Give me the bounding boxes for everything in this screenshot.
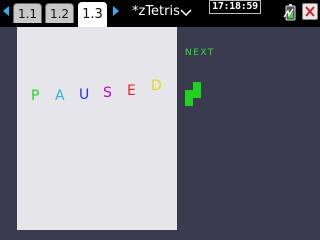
left-arrow-icon[interactable] xyxy=(3,6,9,16)
paused-letter-p: P xyxy=(31,88,40,104)
close-icon xyxy=(305,6,315,17)
tab-1-2[interactable]: 1.2 xyxy=(45,3,74,23)
right-arrow-icon[interactable] xyxy=(113,6,119,16)
next-piece-preview xyxy=(184,82,202,108)
paused-letter-a: A xyxy=(55,88,65,104)
clock-display: 17:18:59 xyxy=(209,0,261,14)
tab-1-3[interactable]: 1.3 xyxy=(78,2,107,27)
tab-bar: 1.1 1.2 1.3 *zTetris 17:18:59 xyxy=(0,0,320,27)
paused-letter-u: U xyxy=(79,87,90,103)
chevron-down-icon[interactable] xyxy=(180,9,192,16)
tetris-playfield[interactable]: P A U S E D xyxy=(17,27,177,230)
next-piece-label: NEXT xyxy=(185,48,215,58)
tab-1-1[interactable]: 1.1 xyxy=(13,3,42,23)
battery-icon xyxy=(283,4,296,21)
paused-letter-e: E xyxy=(127,83,136,99)
close-button[interactable] xyxy=(302,3,318,20)
paused-letter-d: D xyxy=(151,78,162,94)
paused-letter-s: S xyxy=(103,85,112,101)
document-title[interactable]: *zTetris xyxy=(132,4,180,19)
